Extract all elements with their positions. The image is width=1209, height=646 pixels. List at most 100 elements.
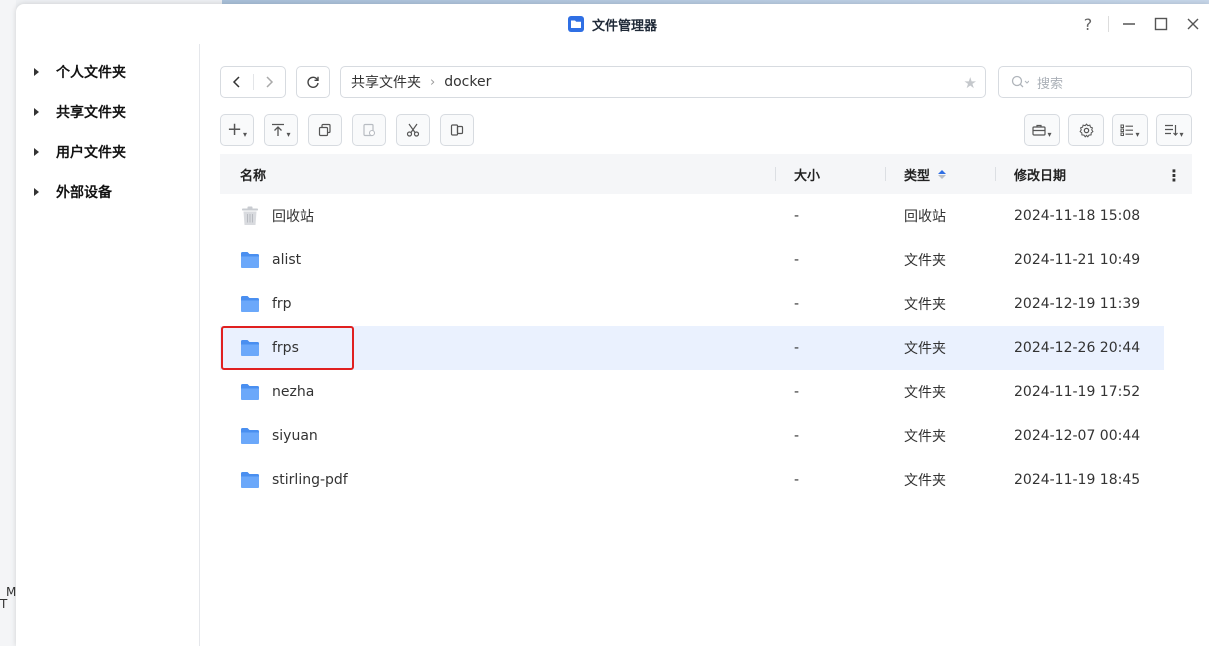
cut-button[interactable] [396, 114, 430, 146]
sidebar-item-label: 外部设备 [56, 185, 112, 201]
upload-button[interactable]: ▾ [264, 114, 298, 146]
sort-ascending-icon [938, 169, 947, 179]
favorite-star-icon[interactable]: ★ [964, 74, 977, 92]
help-button[interactable]: ? [1072, 4, 1104, 44]
sidebar-item-shared-folder[interactable]: 共享文件夹 [16, 92, 199, 132]
breadcrumb-separator: › [430, 74, 436, 90]
sidebar-item-user-folder[interactable]: 用户文件夹 [16, 132, 199, 172]
file-name-cell[interactable]: nezha [240, 370, 314, 414]
more-options-icon[interactable]: ⋮ [1166, 166, 1182, 185]
settings-button[interactable] [1068, 114, 1104, 146]
close-button[interactable] [1177, 4, 1209, 44]
table-body: 回收站 - 回收站 2024-11-18 15:08 alist - 文件夹 2024-11-… [220, 194, 1192, 502]
dropdown-caret-icon: ▾ [1179, 129, 1184, 139]
file-name-cell[interactable]: stirling-pdf [240, 458, 348, 502]
breadcrumb-item-docker[interactable]: docker [444, 74, 491, 90]
refresh-button[interactable] [296, 66, 330, 98]
file-modified-date: 2024-12-26 20:44 [1014, 340, 1141, 356]
column-divider[interactable] [775, 167, 776, 181]
file-modified-date: 2024-11-19 18:45 [1014, 472, 1141, 488]
move-icon [450, 124, 464, 136]
main-panel: 共享文件夹 › docker ★ 搜索 + ▾ ▾ ▾ ▾ ▾ 名称 大小 类型… [220, 44, 1192, 646]
file-name-cell[interactable]: frp [240, 282, 292, 326]
column-header-name[interactable]: 名称 [240, 154, 266, 194]
file-size: - [794, 428, 800, 444]
file-type: 文件夹 [904, 341, 946, 357]
path-breadcrumb[interactable]: 共享文件夹 › docker ★ [340, 66, 986, 98]
maximize-button[interactable] [1145, 4, 1177, 44]
file-modified-date: 2024-11-21 10:49 [1014, 252, 1141, 268]
table-row[interactable]: 回收站 - 回收站 2024-11-18 15:08 [220, 194, 1192, 238]
file-name: frp [272, 296, 292, 312]
close-icon [1187, 18, 1199, 30]
copy-button[interactable] [308, 114, 342, 146]
paste-button[interactable] [352, 114, 386, 146]
cut-icon [406, 123, 420, 137]
file-manager-window: 文件管理器 ? 个人文件夹 共享文件夹 用户文件夹 外部设备 共享文件夹 › d… [16, 4, 1209, 646]
table-row[interactable]: siyuan - 文件夹 2024-12-07 00:44 [220, 414, 1192, 458]
file-name-cell[interactable]: 回收站 [240, 194, 314, 238]
annotation-highlight-box [221, 326, 354, 370]
table-row[interactable]: alist - 文件夹 2024-11-21 10:49 [220, 238, 1192, 282]
file-name: alist [272, 252, 302, 268]
sidebar-item-external-devices[interactable]: 外部设备 [16, 172, 199, 212]
back-button[interactable] [221, 67, 253, 97]
file-modified-date: 2024-12-19 11:39 [1014, 296, 1141, 312]
column-header-type[interactable]: 类型 [904, 154, 947, 194]
dropdown-caret-icon: ▾ [286, 129, 291, 139]
sidebar-item-personal-folder[interactable]: 个人文件夹 [16, 52, 199, 92]
chevron-right-icon [266, 76, 274, 88]
folder-icon [240, 294, 260, 314]
file-name-cell[interactable]: siyuan [240, 414, 318, 458]
sidebar-item-label: 用户文件夹 [56, 145, 126, 161]
file-modified-date: 2024-11-19 17:52 [1014, 384, 1141, 400]
toolbar: + ▾ ▾ ▾ ▾ ▾ [220, 114, 1192, 146]
table-row[interactable]: nezha - 文件夹 2024-11-19 17:52 [220, 370, 1192, 414]
move-button[interactable] [440, 114, 474, 146]
desktop-corner-text-t: T [0, 597, 8, 611]
dropdown-caret-icon: ▾ [1047, 129, 1052, 139]
table-header: 名称 大小 类型 修改日期 ⋮ [220, 154, 1192, 194]
column-header-modified[interactable]: 修改日期 [1014, 154, 1066, 194]
file-name: siyuan [272, 428, 318, 444]
table-row[interactable]: stirling-pdf - 文件夹 2024-11-19 18:45 [220, 458, 1192, 502]
sidebar-item-label: 共享文件夹 [56, 105, 126, 121]
file-name: 回收站 [272, 209, 314, 225]
column-header-size[interactable]: 大小 [794, 154, 820, 194]
file-type: 文件夹 [904, 297, 946, 313]
minimize-button[interactable] [1113, 4, 1145, 44]
breadcrumb-item-shared-folder[interactable]: 共享文件夹 [351, 72, 421, 92]
file-size: - [794, 340, 800, 356]
column-divider[interactable] [995, 167, 996, 181]
file-type: 文件夹 [904, 429, 946, 445]
copy-icon [318, 123, 331, 137]
expand-caret-icon[interactable] [34, 68, 39, 76]
expand-caret-icon[interactable] [34, 148, 39, 156]
window-controls: ? [1072, 4, 1209, 44]
file-name-cell[interactable]: alist [240, 238, 301, 282]
column-header-type-label: 类型 [904, 168, 931, 184]
task-manager-button[interactable]: ▾ [1024, 114, 1060, 146]
file-size: - [794, 472, 800, 488]
list-view-icon [1120, 124, 1134, 136]
table-row[interactable]: frps - 文件夹 2024-12-26 20:44 [220, 326, 1164, 370]
minimize-icon [1123, 23, 1135, 25]
new-button[interactable]: + ▾ [220, 114, 254, 146]
folder-icon [240, 470, 260, 490]
column-divider[interactable] [885, 167, 886, 181]
table-row[interactable]: frp - 文件夹 2024-12-19 11:39 [220, 282, 1192, 326]
file-size: - [794, 252, 800, 268]
title-bar[interactable]: 文件管理器 ? [16, 4, 1209, 44]
desktop-left-strip [0, 0, 16, 646]
navigation-bar: 共享文件夹 › docker ★ 搜索 [220, 66, 1192, 98]
forward-button[interactable] [253, 67, 285, 97]
search-placeholder: 搜索 [1037, 76, 1064, 92]
file-table: 名称 大小 类型 修改日期 ⋮ 回收站 - 回收站 2024-11-18 15:08 a… [220, 154, 1192, 502]
expand-caret-icon[interactable] [34, 108, 39, 116]
sort-button[interactable]: ▾ [1156, 114, 1192, 146]
sidebar-item-label: 个人文件夹 [56, 65, 126, 81]
folder-icon [240, 426, 260, 446]
view-mode-button[interactable]: ▾ [1112, 114, 1148, 146]
search-input[interactable]: 搜索 [998, 66, 1192, 98]
expand-caret-icon[interactable] [34, 188, 39, 196]
